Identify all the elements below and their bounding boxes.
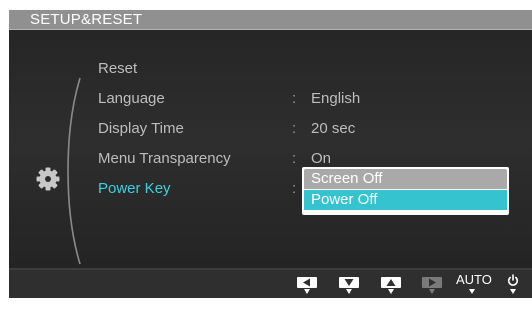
value-separator: : [292, 90, 297, 107]
menu-title: SETUP&RESET [30, 11, 143, 28]
osd-menu-window: SETUP&RESET Reset Language : English Dis [9, 10, 532, 298]
menu-item-power-key[interactable]: Power Key [98, 180, 171, 198]
right-button [422, 277, 442, 288]
auto-button[interactable]: AUTO [456, 273, 492, 287]
value-separator: : [292, 150, 297, 167]
menu-arc-decoration [67, 77, 81, 265]
down-button[interactable] [339, 277, 359, 288]
button-marker [469, 289, 475, 294]
dropdown-option-power-off[interactable]: Power Off [304, 190, 507, 210]
title-bar: SETUP&RESET [9, 10, 532, 30]
menu-area: Reset Language : English Display Time : … [9, 30, 532, 270]
menu-item-display-time[interactable]: Display Time [98, 120, 184, 138]
left-button[interactable] [297, 277, 317, 288]
right-arrow-icon [429, 278, 436, 287]
menu-item-reset[interactable]: Reset [98, 60, 137, 78]
down-arrow-icon [344, 279, 354, 286]
language-value: English [311, 90, 361, 107]
gear-icon [36, 167, 60, 191]
button-marker [510, 289, 516, 294]
power-icon[interactable] [507, 274, 519, 287]
button-marker [304, 289, 310, 294]
power-key-dropdown[interactable]: Screen Off Power Off [302, 167, 509, 215]
display-time-value: 20 sec [311, 120, 356, 137]
control-bar: AUTO [9, 270, 532, 298]
button-marker [346, 289, 352, 294]
button-marker [388, 289, 394, 294]
dropdown-option-screen-off[interactable]: Screen Off [304, 169, 507, 189]
value-separator: : [292, 180, 297, 197]
menu-transparency-value: On [311, 150, 332, 167]
value-separator: : [292, 120, 297, 137]
left-arrow-icon [303, 278, 310, 287]
menu-item-language[interactable]: Language [98, 90, 165, 108]
menu-item-menu-transparency[interactable]: Menu Transparency [98, 150, 231, 168]
up-button[interactable] [381, 277, 401, 288]
up-arrow-icon [386, 279, 396, 286]
button-marker [429, 289, 435, 294]
